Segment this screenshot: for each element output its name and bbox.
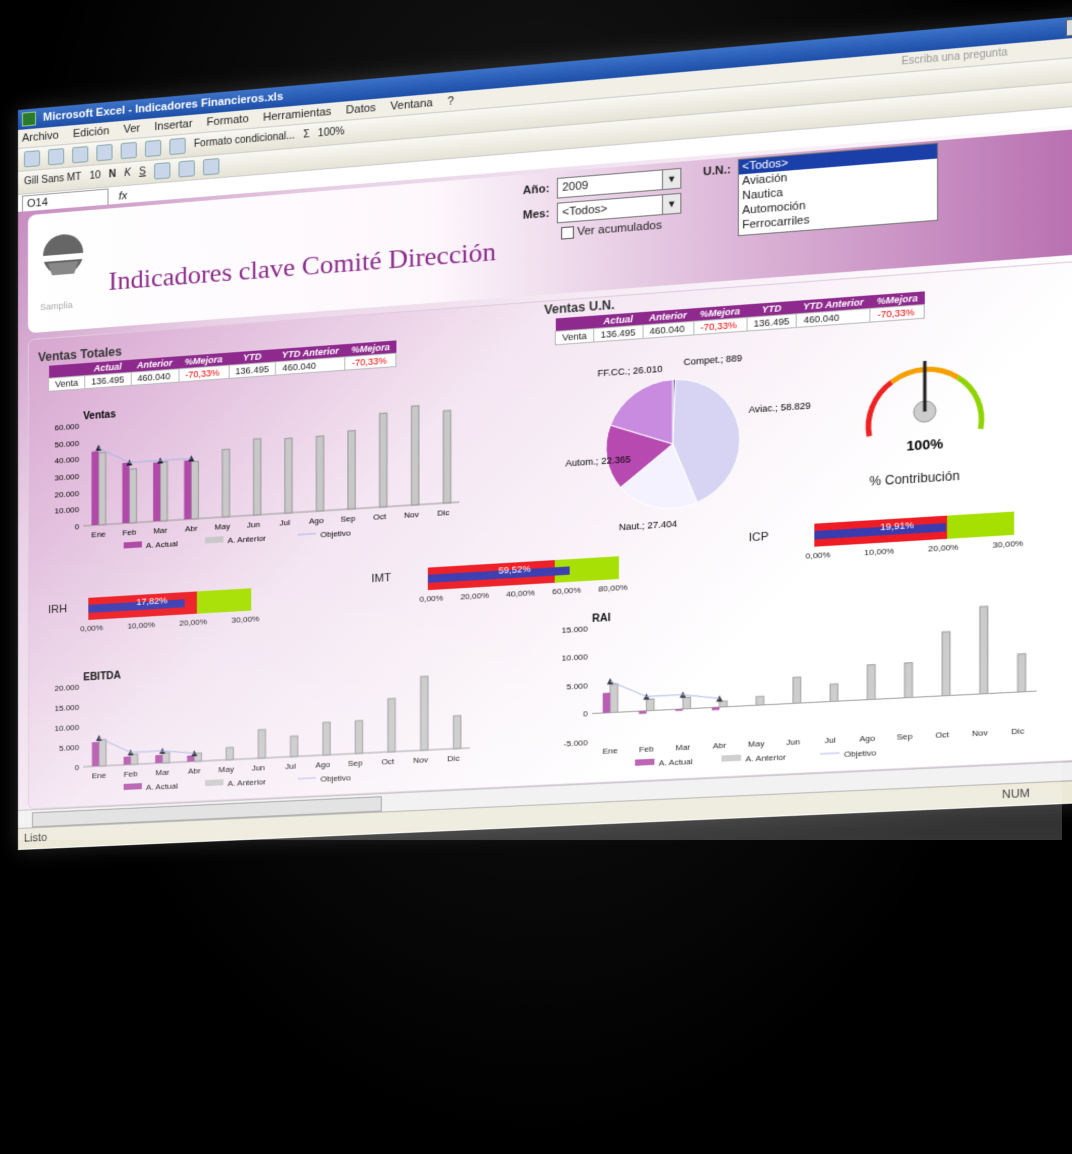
x-tick-label: Dic	[437, 508, 449, 518]
pie-label: Aviac.; 58.829	[749, 400, 811, 415]
x-tick-label: Jun	[247, 520, 260, 530]
cell: 136.495	[746, 313, 797, 332]
italic-button[interactable]: K	[124, 162, 131, 185]
new-icon[interactable]	[24, 150, 41, 168]
month-label: Mes:	[522, 207, 550, 222]
x-tick-label: Jul	[280, 518, 291, 528]
cut-icon[interactable]	[120, 141, 137, 160]
un-label: U.N.:	[703, 163, 731, 179]
bar-actual	[122, 462, 130, 524]
bar-actual	[91, 451, 99, 526]
kpi-value: 19,91%	[880, 519, 914, 533]
menu-edicion[interactable]: Edición	[73, 122, 109, 143]
year-label: Año:	[522, 182, 550, 198]
y-tick-label: 10.000	[55, 505, 80, 516]
bar-anterior	[129, 469, 136, 523]
window-controls: _ □ X	[1065, 14, 1072, 37]
ventas-chart: Ventas60.000 50.000 40.000 30.000 20.000 10.0…	[55, 380, 470, 550]
y-tick-label: 60.000	[55, 422, 80, 433]
bar-anterior	[411, 406, 418, 505]
bar-actual	[153, 462, 161, 522]
sum-icon[interactable]: Σ	[303, 124, 309, 147]
x-tick-label: Ago	[309, 516, 324, 526]
euro-icon[interactable]	[202, 157, 220, 176]
bar-actual	[184, 460, 192, 520]
bold-button[interactable]: N	[109, 164, 116, 187]
cell: 460.040	[130, 368, 179, 386]
y-tick-label: 20.000	[55, 489, 80, 500]
bar-anterior	[380, 413, 387, 507]
paste-icon[interactable]	[169, 137, 186, 156]
menu-formato[interactable]: Formato	[207, 110, 249, 132]
stage: Microsoft Excel - Indicadores Financiero…	[0, 0, 1072, 1154]
un-listbox[interactable]: <Todos> Aviación Nautica Automoción Ferr…	[737, 142, 939, 237]
bar-anterior	[443, 410, 450, 503]
menu-datos[interactable]: Datos	[346, 99, 376, 120]
x-tick-label: Sep	[341, 514, 356, 524]
menu-ventana[interactable]: Ventana	[390, 94, 432, 116]
legend-objetivo-label: Objetivo	[320, 528, 351, 539]
checkbox-box[interactable]	[561, 226, 574, 240]
month-value: <Todos>	[562, 202, 608, 219]
open-icon[interactable]	[48, 148, 65, 166]
cell: 136.495	[228, 361, 276, 379]
x-axis	[83, 502, 459, 526]
bar-anterior	[160, 462, 167, 521]
gauge-red-arc	[868, 382, 891, 436]
cell: 136.495	[84, 372, 131, 389]
copy-icon[interactable]	[144, 139, 162, 158]
y-tick-label: 30.000	[55, 472, 80, 483]
x-tick-label: Feb	[122, 528, 136, 538]
menu-help[interactable]: ?	[447, 92, 453, 111]
objetivo-line	[99, 442, 192, 465]
bar-anterior	[316, 436, 323, 511]
font-size-select[interactable]: 10	[90, 165, 101, 188]
bar-anterior	[222, 449, 229, 517]
legend-objetivo-swatch	[298, 534, 317, 535]
samplia-logo	[42, 233, 83, 275]
chart-title: Ventas	[83, 409, 116, 422]
align-center-icon[interactable]	[178, 160, 195, 178]
chevron-down-icon[interactable]: ▼	[661, 193, 681, 215]
align-left-icon[interactable]	[154, 162, 171, 180]
save-icon[interactable]	[72, 145, 89, 164]
cell: Venta	[555, 328, 594, 345]
bar-anterior	[99, 452, 106, 524]
zoom-select[interactable]: 100%	[318, 121, 345, 146]
x-tick-label: Abr	[185, 524, 198, 534]
print-icon[interactable]	[96, 143, 113, 162]
y-tick-label: 50.000	[55, 438, 80, 449]
excel-app-icon	[22, 111, 37, 127]
cell: 136.495	[593, 325, 643, 343]
x-tick-label: Nov	[404, 510, 419, 520]
contribution-gauge: 100%	[847, 332, 1003, 454]
minimize-button[interactable]: _	[1065, 17, 1072, 37]
x-tick-label: Mar	[153, 526, 167, 536]
pie-label: Compet.; 889	[684, 353, 743, 368]
window-reflection	[18, 540, 1062, 840]
gauge-green-arc	[958, 376, 981, 430]
x-tick-label: Oct	[373, 512, 387, 522]
x-tick-label: May	[215, 522, 230, 532]
bar-anterior	[254, 439, 261, 516]
menu-archivo[interactable]: Archivo	[22, 126, 59, 147]
bar-anterior	[285, 438, 292, 513]
bar-anterior	[348, 430, 355, 509]
y-tick-label: 0	[75, 522, 80, 531]
x-tick-label: Ene	[91, 529, 106, 539]
y-tick-label: 40.000	[55, 455, 80, 466]
bar-anterior	[191, 461, 198, 519]
underline-button[interactable]: S	[139, 161, 146, 184]
pie-label: Naut.; 27.404	[619, 519, 677, 533]
un-pie-chart: Compet.; 889Aviac.; 58.829Naut.; 27.404A…	[565, 353, 811, 533]
pie-label: FF.CC.; 26.010	[597, 364, 662, 379]
cell: Venta	[48, 375, 85, 392]
chevron-down-icon[interactable]: ▼	[661, 168, 681, 190]
year-value: 2009	[562, 179, 589, 195]
menu-ver[interactable]: Ver	[123, 119, 140, 139]
menu-insertar[interactable]: Insertar	[154, 115, 192, 136]
kpi-green-zone	[947, 511, 1015, 539]
gauge-value: 100%	[906, 436, 943, 454]
